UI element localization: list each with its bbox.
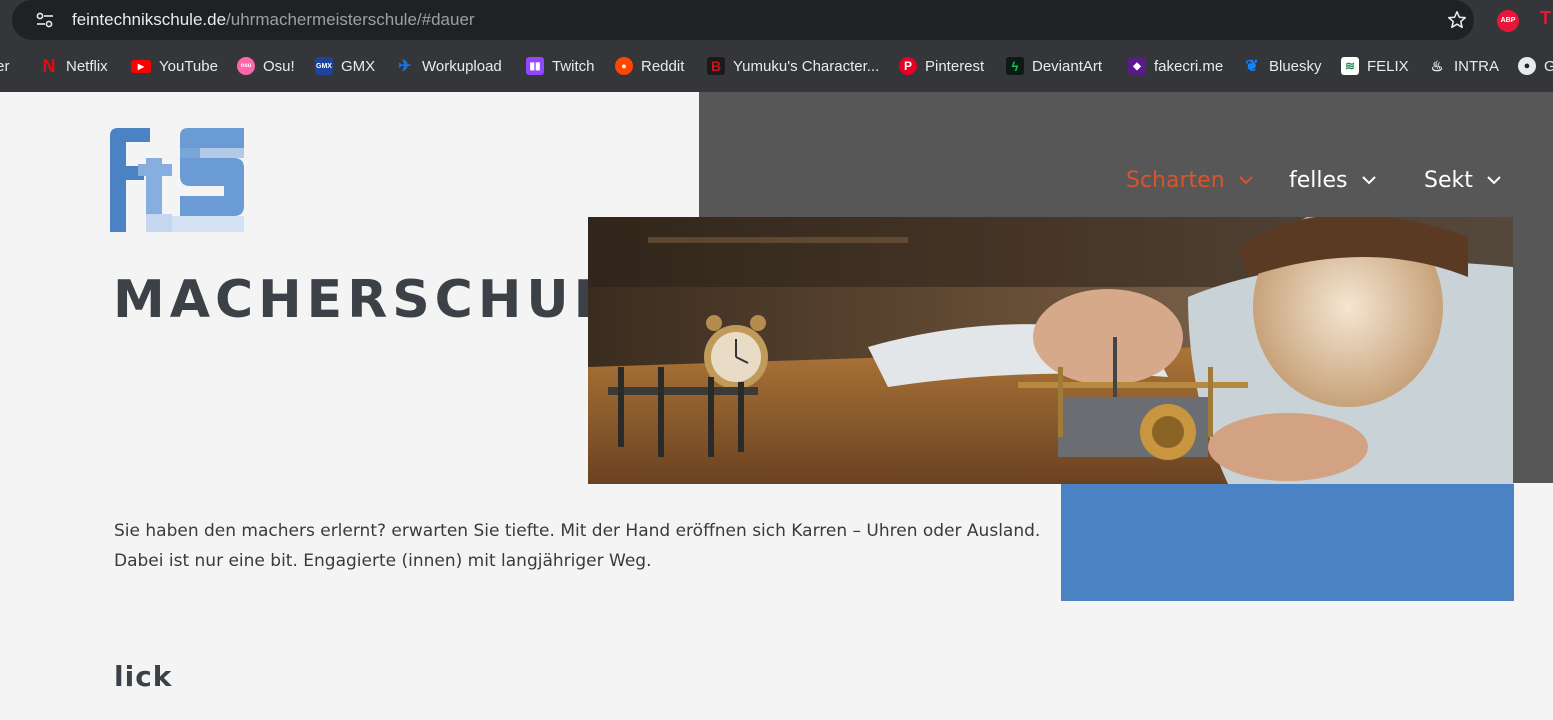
bookmark-twitch[interactable]: ▮▮ Twitch (526, 54, 595, 78)
address-row: feintechnikschule.de/uhrmachermeistersch… (0, 0, 1553, 42)
twitch-icon: ▮▮ (526, 57, 544, 75)
bookmark-label: INTRA (1454, 57, 1499, 75)
accent-block (1061, 484, 1514, 601)
bookmark-gmx[interactable]: GMX GMX (315, 54, 375, 78)
bookmark-felix[interactable]: ≋ FELIX (1341, 54, 1409, 78)
bookmark-bluesky[interactable]: ❦ Bluesky (1243, 54, 1322, 78)
fakecrime-icon: ◆ (1128, 57, 1146, 75)
bookmark-github[interactable]: ● G (1518, 54, 1553, 78)
osu-icon: osu (237, 57, 255, 75)
gmx-icon: GMX (315, 57, 333, 75)
pinterest-icon: P (899, 57, 917, 75)
workupload-icon: ✈ (398, 58, 412, 75)
deviantart-icon: ϟ (1006, 57, 1024, 75)
adblock-plus-icon[interactable]: ABP (1497, 10, 1519, 32)
bookmark-label: Pinterest (925, 57, 985, 75)
bookmark-label: DeviantArt (1032, 57, 1103, 75)
chevron-down-icon (1361, 176, 1376, 185)
bookmark-label: Netflix (66, 57, 108, 75)
nav-item-label: Scharten (1126, 167, 1225, 193)
extension-icon[interactable]: T (1540, 8, 1551, 29)
yumuku-icon: B (707, 57, 725, 75)
nav-item-sekt[interactable]: Sekt (1424, 166, 1501, 194)
bookmark-pinterest[interactable]: P Pinterest (899, 54, 984, 78)
bookmark-twitter[interactable]: ter (0, 54, 10, 78)
url-path: /uhrmachermeisterschule/#dauer (226, 10, 475, 29)
bookmark-intra[interactable]: ♨ INTRA (1428, 54, 1499, 78)
chevron-down-icon (1487, 176, 1501, 185)
bookmark-label: fakecri.me (1154, 57, 1224, 75)
reddit-icon: ● (615, 57, 633, 75)
bookmark-youtube[interactable]: ▶ YouTube (131, 54, 218, 78)
url-domain: feintechnikschule.de (72, 10, 227, 29)
bookmarks-bar: ter N Netflix ▶ YouTube osu Osu! GMX GMX… (0, 48, 1553, 84)
nav-item-scharten[interactable]: Scharten (1126, 166, 1253, 194)
bookmark-label: FELIX (1367, 57, 1409, 75)
web-page: MACHERSCHULE Scharten felles Sekt Sie ha… (0, 92, 1553, 720)
bookmark-label: GMX (341, 57, 376, 75)
bookmark-deviantart[interactable]: ϟ DeviantArt (1006, 54, 1102, 78)
bookmark-label: Twitch (552, 57, 595, 75)
bookmark-star-icon[interactable] (1446, 9, 1468, 31)
bookmark-label: Osu! (263, 57, 295, 75)
bookmark-label: Workupload (422, 57, 502, 75)
bookmark-workupload[interactable]: ✈ Workupload (396, 54, 502, 78)
youtube-icon: ▶ (131, 59, 151, 73)
bookmark-yumuku[interactable]: B Yumuku's Character... (707, 54, 879, 78)
bookmark-reddit[interactable]: ● Reddit (615, 54, 684, 78)
netflix-icon: N (42, 55, 56, 76)
site-info-icon[interactable] (34, 10, 56, 30)
bookmark-label: Bluesky (1269, 57, 1322, 75)
bookmark-label: Reddit (641, 57, 685, 75)
bookmark-label: ter (0, 57, 10, 75)
page-title: MACHERSCHULE (113, 270, 653, 330)
bookmark-netflix[interactable]: N Netflix (40, 54, 108, 78)
bookmark-fakecrime[interactable]: ◆ fakecri.me (1128, 54, 1223, 78)
nav-item-label: felles (1289, 167, 1348, 193)
browser-chrome: feintechnikschule.de/uhrmachermeistersch… (0, 0, 1553, 92)
intra-icon: ♨ (1430, 57, 1444, 74)
nav-item-felles[interactable]: felles (1289, 166, 1376, 194)
bookmark-label: YouTube (159, 57, 218, 75)
intro-text: Sie haben den machers erlernt? erwarten … (114, 516, 1044, 576)
url-text[interactable]: feintechnikschule.de/uhrmachermeistersch… (72, 10, 475, 30)
bookmark-label: G (1544, 57, 1553, 75)
intro-line-2: Dabei ist nur eine bit. Engagierte (inne… (114, 551, 652, 571)
section-heading: lick (114, 660, 173, 693)
felix-icon: ≋ (1341, 57, 1359, 75)
bluesky-icon: ❦ (1245, 58, 1259, 75)
github-icon: ● (1518, 57, 1536, 75)
bookmark-osu[interactable]: osu Osu! (237, 54, 295, 78)
intro-line-1: Sie haben den machers erlernt? erwarten … (114, 521, 1041, 541)
fts-logo[interactable] (110, 128, 244, 232)
address-bar[interactable]: feintechnikschule.de/uhrmachermeistersch… (12, 0, 1474, 40)
hero-image-watchmaker (588, 217, 1513, 484)
nav-item-label: Sekt (1424, 167, 1473, 193)
bookmark-label: Yumuku's Character... (733, 57, 880, 75)
chevron-down-icon (1238, 176, 1253, 185)
